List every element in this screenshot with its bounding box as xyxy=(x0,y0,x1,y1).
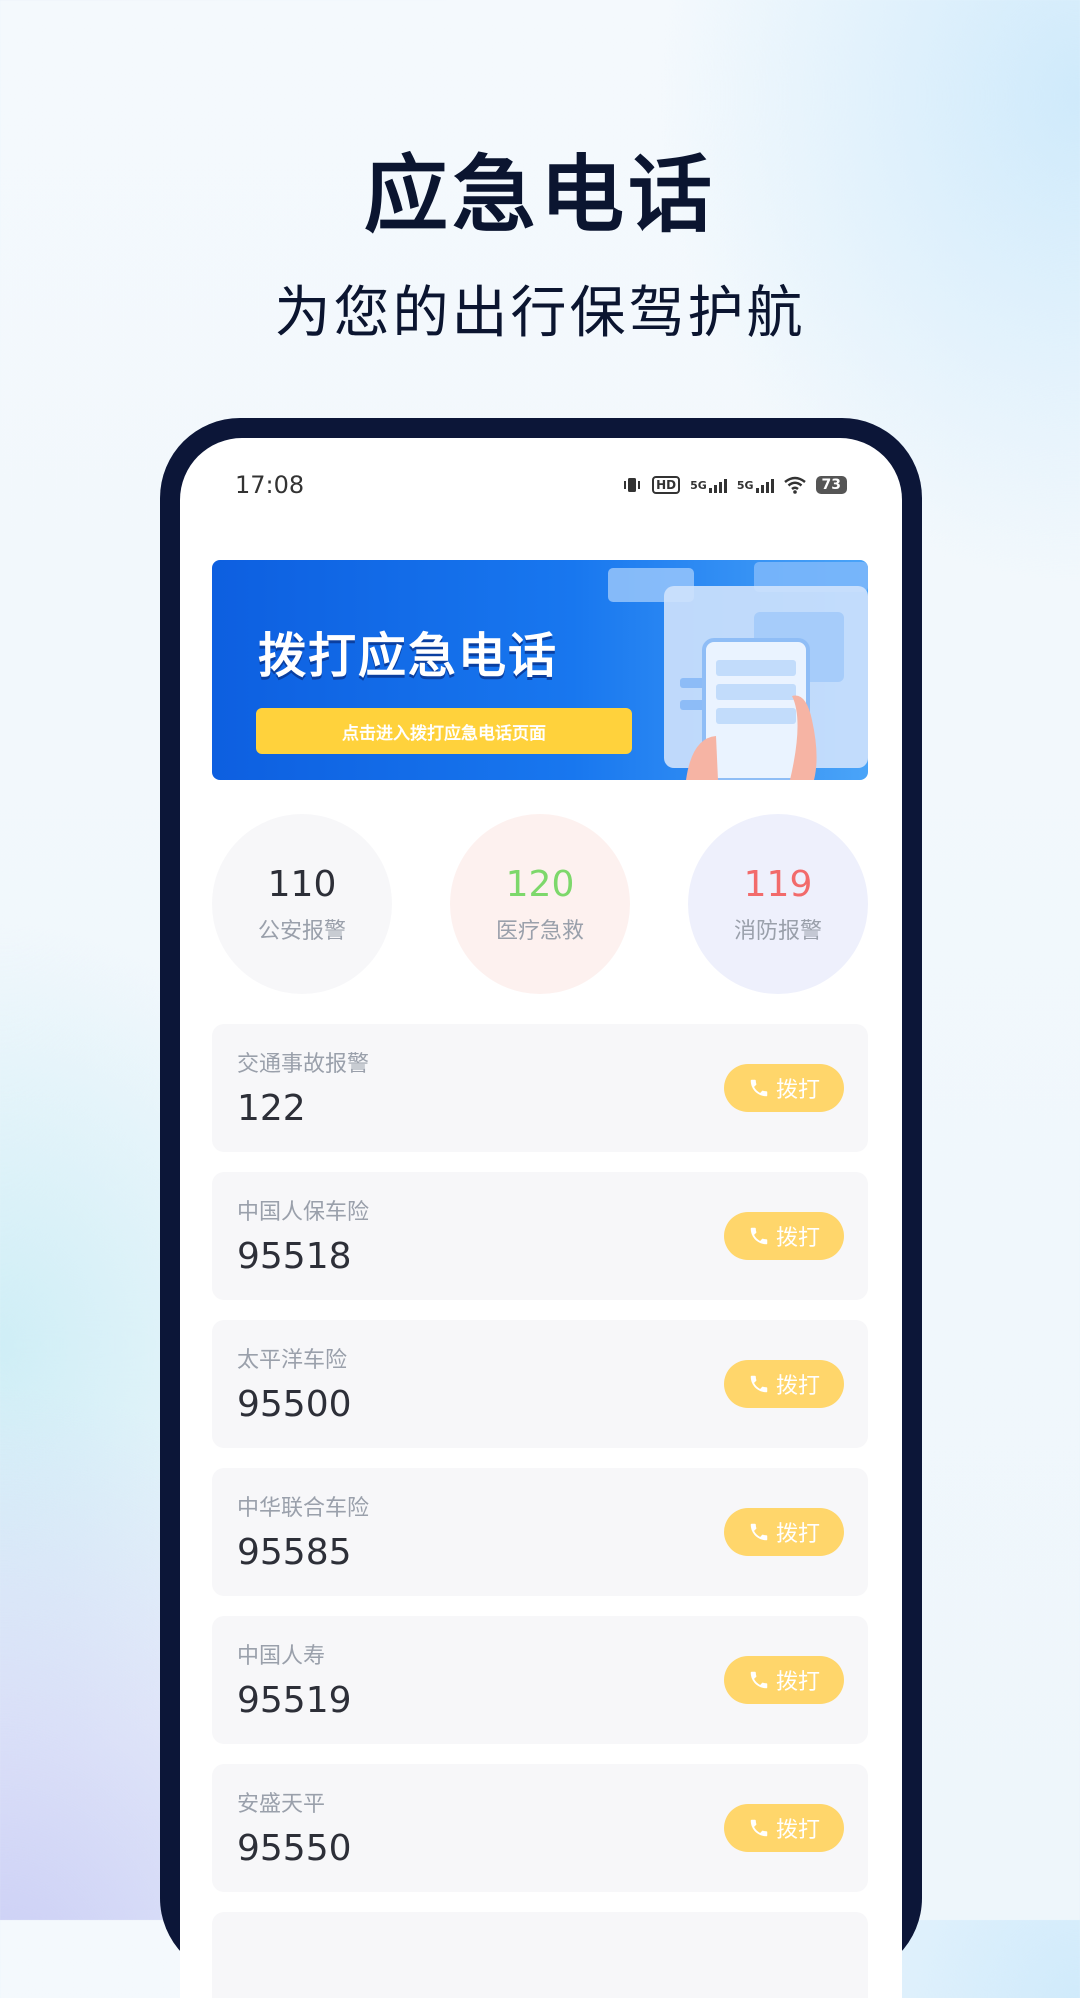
phone-icon xyxy=(750,1227,768,1245)
phone-icon xyxy=(750,1079,768,1097)
contact-number: 95585 xyxy=(237,1532,352,1573)
battery-icon: 73 xyxy=(815,476,847,494)
status-icons: HD 5G 5G 73 xyxy=(622,475,847,495)
contact-name: 中华联合车险 xyxy=(237,1496,370,1521)
quick-dial-label: 公安报警 xyxy=(257,918,346,944)
network-label: 5G xyxy=(736,478,754,492)
phone-icon xyxy=(750,1523,768,1541)
list-item: 中国人寿 95519 拨打 xyxy=(212,1616,868,1744)
quick-dial-row: 110 公安报警 120 医疗急救 119 消防报警 xyxy=(212,814,868,996)
enter-emergency-page-button[interactable]: 点击进入拨打应急电话页面 xyxy=(256,708,632,754)
call-button[interactable]: 拨打 xyxy=(724,1804,844,1852)
status-bar: 17:08 HD 5G 5G 73 xyxy=(235,470,847,500)
phone-hand-illustration xyxy=(608,562,868,780)
quick-dial-number: 110 xyxy=(267,864,337,906)
hd-label: HD xyxy=(656,478,677,492)
phone-icon xyxy=(750,1671,768,1689)
list-item: 太平洋车险 95500 拨打 xyxy=(212,1320,868,1448)
network-label: 5G xyxy=(690,478,707,492)
quick-dial-fire[interactable]: 119 消防报警 xyxy=(688,814,868,994)
phone-icon xyxy=(750,1819,768,1837)
contact-name: 中国人保车险 xyxy=(237,1200,370,1225)
contact-name: 交通事故报警 xyxy=(237,1052,370,1077)
status-time: 17:08 xyxy=(235,471,305,499)
contact-number: 95550 xyxy=(237,1828,352,1869)
call-button[interactable]: 拨打 xyxy=(724,1656,844,1704)
call-button[interactable]: 拨打 xyxy=(724,1212,844,1260)
promo-title: 应急电话 xyxy=(363,146,716,244)
wifi-icon xyxy=(783,476,806,494)
contact-number: 122 xyxy=(237,1088,306,1129)
list-item-partial xyxy=(212,1912,868,1998)
call-button-label: 拨打 xyxy=(775,1522,820,1547)
call-button[interactable]: 拨打 xyxy=(724,1508,844,1556)
phone-screen: 17:08 HD 5G 5G 73 拨打应急电话 点击进入拨打应急电话页面 11… xyxy=(180,438,902,1998)
call-button-label: 拨打 xyxy=(775,1670,820,1695)
quick-dial-label: 消防报警 xyxy=(733,918,822,944)
list-item: 中华联合车险 95585 拨打 xyxy=(212,1468,868,1596)
list-item: 安盛天平 95550 拨打 xyxy=(212,1764,868,1892)
contact-number: 95500 xyxy=(237,1384,352,1425)
phone-icon xyxy=(750,1375,768,1393)
call-button[interactable]: 拨打 xyxy=(724,1360,844,1408)
contact-number: 95519 xyxy=(237,1680,352,1721)
call-button[interactable]: 拨打 xyxy=(724,1064,844,1112)
contact-list: 交通事故报警 122 拨打 中国人保车险 95518 拨打 太平洋车险 9550… xyxy=(212,1024,868,1998)
promo-subtitle: 为您的出行保驾护航 xyxy=(274,281,806,346)
emergency-banner[interactable]: 拨打应急电话 点击进入拨打应急电话页面 xyxy=(212,560,868,780)
contact-number: 95518 xyxy=(237,1236,352,1277)
list-item: 中国人保车险 95518 拨打 xyxy=(212,1172,868,1300)
call-button-label: 拨打 xyxy=(775,1374,820,1399)
signal-icon: 5G xyxy=(737,477,774,493)
list-item: 交通事故报警 122 拨打 xyxy=(212,1024,868,1152)
phone-frame: 17:08 HD 5G 5G 73 拨打应急电话 点击进入拨打应急电话页面 11… xyxy=(160,418,922,1998)
quick-dial-number: 119 xyxy=(743,864,813,906)
signal-icon: 5G xyxy=(690,477,727,493)
contact-name: 安盛天平 xyxy=(237,1792,326,1817)
contact-name: 中国人寿 xyxy=(237,1644,326,1669)
quick-dial-ambulance[interactable]: 120 医疗急救 xyxy=(450,814,630,994)
banner-title: 拨打应急电话 xyxy=(258,628,559,684)
hd-icon: HD xyxy=(652,476,681,494)
quick-dial-label: 医疗急救 xyxy=(495,918,584,944)
call-button-label: 拨打 xyxy=(775,1078,820,1103)
quick-dial-number: 120 xyxy=(505,864,575,906)
quick-dial-police[interactable]: 110 公安报警 xyxy=(212,814,392,994)
contact-name: 太平洋车险 xyxy=(237,1348,348,1373)
call-button-label: 拨打 xyxy=(775,1818,820,1843)
call-button-label: 拨打 xyxy=(775,1226,820,1251)
vibrate-icon xyxy=(622,475,642,495)
